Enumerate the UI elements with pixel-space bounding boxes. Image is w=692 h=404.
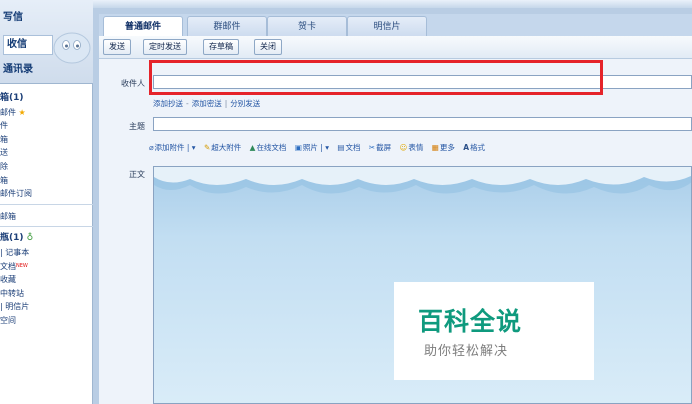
paperclip-icon: ⌀ bbox=[149, 143, 154, 152]
watermark-subtitle: 助你轻松解决 bbox=[424, 344, 509, 359]
pencil-icon: ✎ bbox=[203, 143, 211, 152]
sidebar-folder-item[interactable]: 箱(1) bbox=[0, 92, 93, 106]
format-label: 格式 bbox=[470, 143, 486, 152]
sidebar-folder-item[interactable]: 送 bbox=[0, 146, 93, 160]
emoji-label: 表情 bbox=[408, 143, 424, 152]
sidebar-folder-label: 箱(1) bbox=[0, 93, 24, 103]
smiley-icon: ☺ bbox=[399, 143, 408, 152]
sidebar-header: 写信 收信 通讯录 bbox=[0, 0, 93, 84]
emoji-button[interactable]: ☺表情 bbox=[400, 142, 424, 153]
sidebar-folder-label: 邮箱 bbox=[0, 211, 16, 221]
sidebar-folder-label: 文档 bbox=[0, 261, 16, 271]
sidebar-folder-item[interactable]: | 记事本 bbox=[0, 246, 93, 260]
sidebar-folder-item[interactable]: 空间 bbox=[0, 314, 93, 328]
compose-tabs: 普通邮件 群邮件 贺卡 明信片 bbox=[99, 14, 692, 37]
sidebar-folder-item[interactable]: 文档NEW bbox=[0, 260, 93, 274]
sidebar-divider bbox=[0, 226, 93, 228]
sidebar-folder-label: 空间 bbox=[0, 315, 16, 325]
star-icon: ★ bbox=[16, 107, 26, 117]
sidebar-folder-label: 邮件订阅 bbox=[0, 189, 32, 199]
save-draft-button[interactable]: 存草稿 bbox=[203, 39, 239, 55]
large-attachment-button[interactable]: ✎超大附件 bbox=[204, 142, 241, 153]
document-icon: ▤ bbox=[337, 143, 345, 152]
online-doc-button[interactable]: ▲在线文档 bbox=[250, 142, 287, 153]
sidebar-folder-item[interactable]: 邮箱 bbox=[0, 210, 93, 224]
sidebar-folder-label: 收藏 bbox=[0, 275, 16, 285]
add-attachment-button[interactable]: ⌀添加附件 | ▾ bbox=[149, 142, 196, 153]
large-attachment-label: 超大附件 bbox=[211, 143, 242, 152]
photo-label: 照片 bbox=[302, 143, 318, 152]
screenshot-button[interactable]: ✂截屏 bbox=[369, 142, 391, 153]
more-button[interactable]: ▦更多 bbox=[432, 142, 455, 153]
sidebar-folder-label: | 记事本 bbox=[0, 247, 30, 257]
screenshot-label: 截屏 bbox=[376, 143, 392, 152]
scissors-icon: ✂ bbox=[368, 143, 376, 152]
write-mail-link[interactable]: 写信 bbox=[0, 8, 58, 28]
subject-field[interactable] bbox=[153, 117, 692, 131]
sidebar-folder-item[interactable]: 件 bbox=[0, 119, 93, 133]
sidebar-folder-label: 邮件 bbox=[0, 107, 16, 117]
body-label: 正文 bbox=[129, 170, 145, 179]
add-bcc-link[interactable]: 添加密送 bbox=[192, 99, 222, 108]
sidebar-folder-label: 除 bbox=[0, 161, 8, 171]
watermark-title: 百科全说 bbox=[418, 307, 523, 336]
document-label: 文档 bbox=[345, 143, 361, 152]
tab-normal-mail[interactable]: 普通邮件 bbox=[103, 16, 183, 37]
sidebar-divider bbox=[0, 203, 93, 205]
more-label: 更多 bbox=[439, 143, 455, 152]
attachment-toolbar: ⌀添加附件 | ▾ ✎超大附件 ▲在线文档 ▣照片 | ▾ ▤文档 ✂截屏 ☺表… bbox=[149, 142, 491, 154]
sidebar-folder-item[interactable]: 除 bbox=[0, 160, 93, 174]
top-strip bbox=[93, 0, 692, 8]
recipient-highlight-box bbox=[149, 60, 603, 95]
document-button[interactable]: ▤文档 bbox=[337, 142, 360, 153]
sidebar-folder-label: 箱 bbox=[0, 134, 8, 144]
online-doc-icon: ▲ bbox=[249, 143, 256, 152]
new-badge: NEW bbox=[16, 262, 28, 269]
sidebar-folder-item[interactable]: 中转站 bbox=[0, 287, 93, 301]
sidebar-folder-item[interactable]: 箱 bbox=[0, 133, 93, 147]
add-attachment-label: 添加附件 bbox=[154, 143, 185, 152]
scheduled-send-button[interactable]: 定时发送 bbox=[143, 39, 187, 55]
sidebar-folder-label: 瓶(1) bbox=[0, 233, 24, 244]
sidebar-folder-item[interactable]: 邮件订阅 bbox=[0, 187, 93, 201]
recipient-label: 收件人 bbox=[121, 79, 145, 88]
online-doc-label: 在线文档 bbox=[256, 143, 287, 152]
compose-toolbar: 发送 定时发送 存草稿 关闭 bbox=[99, 36, 692, 59]
sidebar-folder-item[interactable]: 收藏 bbox=[0, 273, 93, 287]
tab-greeting-card[interactable]: 贺卡 bbox=[267, 16, 347, 36]
separate-send-link[interactable]: 分别发送 bbox=[230, 99, 260, 108]
sidebar-folder-item[interactable]: | 明信片 bbox=[0, 300, 93, 314]
close-button[interactable]: 关闭 bbox=[254, 39, 282, 55]
send-button[interactable]: 发送 bbox=[103, 39, 131, 55]
sidebar-folder-label: 件 bbox=[0, 121, 8, 131]
left-sidebar: 写信 收信 通讯录 箱(1) 邮件 ★ 件箱送除箱邮件订阅 邮箱 瓶(1) ♁ | 记事本… bbox=[0, 0, 93, 404]
subject-label: 主题 bbox=[129, 122, 145, 131]
cloud-stationery-decoration bbox=[154, 167, 691, 194]
sidebar-folder-item[interactable]: 瓶(1) ♁ bbox=[0, 232, 93, 246]
sidebar-folder-item[interactable]: 箱 bbox=[0, 174, 93, 188]
folder-list: 箱(1) 邮件 ★ 件箱送除箱邮件订阅 邮箱 瓶(1) ♁ | 记事本 文档NEW 收藏 中转站… bbox=[0, 92, 93, 328]
sidebar-folder-label: 中转站 bbox=[0, 288, 24, 298]
tab-group-mail[interactable]: 群邮件 bbox=[187, 16, 267, 36]
add-cc-link[interactable]: 添加抄送 bbox=[153, 99, 183, 108]
format-button[interactable]: A格式 bbox=[463, 142, 485, 153]
font-format-icon: A bbox=[463, 143, 470, 152]
photo-icon: ▣ bbox=[294, 143, 302, 152]
sidebar-folder-label: | 明信片 bbox=[0, 302, 30, 312]
cc-links: 添加抄送 - 添加密送 | 分别发送 bbox=[153, 99, 261, 108]
sidebar-folder-label: 送 bbox=[0, 148, 8, 158]
inbox-link[interactable]: 收信 bbox=[3, 35, 53, 55]
grid-icon: ▦ bbox=[431, 143, 439, 152]
penguin-mascot-icon bbox=[53, 32, 91, 64]
bottle-icon: ♁ bbox=[23, 233, 34, 244]
photo-button[interactable]: ▣照片 | ▾ bbox=[295, 142, 329, 153]
sidebar-folder-item[interactable]: 邮件 ★ bbox=[0, 106, 93, 120]
watermark-logo: 百科全说 助你轻松解决 bbox=[394, 282, 594, 380]
tab-postcard[interactable]: 明信片 bbox=[347, 16, 427, 36]
sidebar-folder-label: 箱 bbox=[0, 175, 8, 185]
